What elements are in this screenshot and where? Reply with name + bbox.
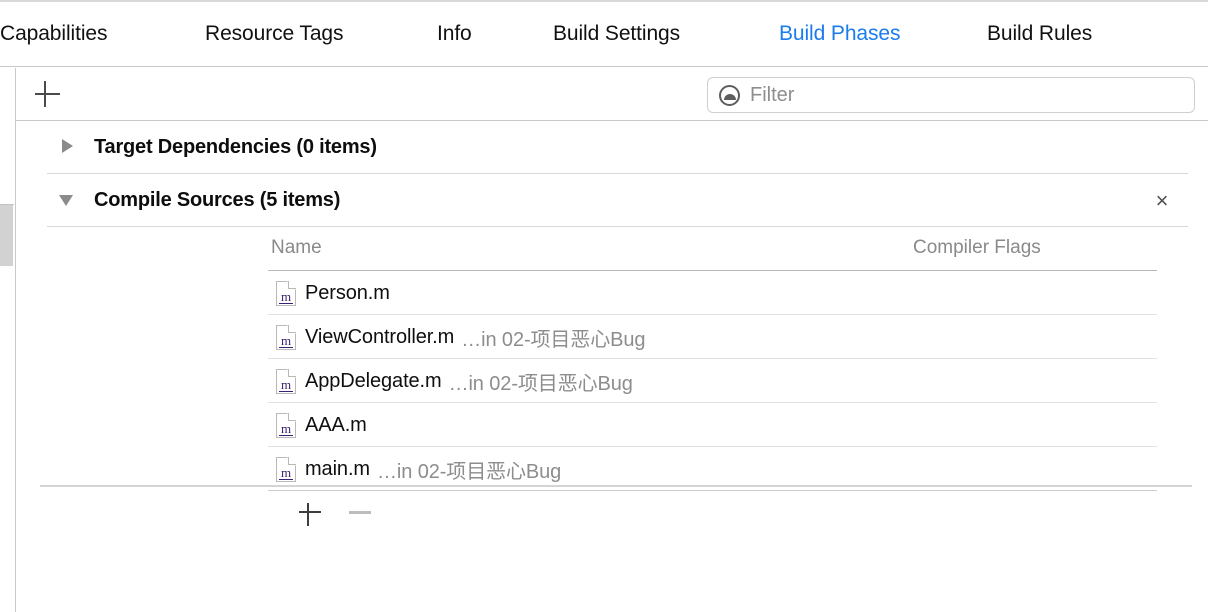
- tab-resource-tags[interactable]: Resource Tags: [205, 22, 343, 46]
- filter-input[interactable]: Filter: [707, 77, 1195, 113]
- column-header-name[interactable]: Name: [271, 237, 322, 259]
- build-phase-header[interactable]: Target Dependencies (0 items): [16, 121, 1208, 174]
- tab-build-rules[interactable]: Build Rules: [987, 22, 1092, 46]
- file-location: …in 02-项目恶心Bug: [376, 460, 562, 483]
- chevron-right-icon[interactable]: [62, 139, 73, 153]
- add-file-button[interactable]: [297, 499, 323, 526]
- content-bottom-rule: [40, 485, 1192, 487]
- close-icon[interactable]: ×: [1150, 188, 1174, 213]
- file-location: …in 02-项目恶心Bug: [448, 372, 633, 395]
- file-location: …in 02-项目恶心Bug: [461, 328, 646, 351]
- file-name: ViewController.m: [305, 325, 455, 348]
- tab-info[interactable]: Info: [437, 22, 472, 46]
- file-name: AAA.m: [305, 413, 367, 436]
- table-row[interactable]: m Person.m: [16, 271, 1208, 315]
- build-phases-toolbar: Filter: [15, 68, 1208, 121]
- table-row[interactable]: m AppDelegate.m …in 02-项目恶心Bug: [16, 359, 1208, 403]
- objc-m-file-icon: m: [276, 324, 296, 350]
- filter-placeholder-text: Filter: [750, 83, 795, 106]
- objc-m-file-icon: m: [276, 280, 296, 306]
- tab-capabilities[interactable]: Capabilities: [0, 22, 107, 46]
- file-name: AppDelegate.m: [305, 369, 442, 392]
- editor-tab-bar: Capabilities Resource Tags Info Build Setti…: [0, 0, 1208, 67]
- objc-m-file-icon: m: [276, 456, 296, 482]
- add-build-phase-button[interactable]: [32, 79, 62, 109]
- plus-icon-horizontal: [35, 93, 60, 95]
- build-phase-title: Compile Sources (5 items): [94, 189, 341, 211]
- tab-build-settings[interactable]: Build Settings: [553, 22, 680, 46]
- table-row-actions: [16, 491, 1208, 537]
- objc-m-file-icon: m: [276, 412, 296, 438]
- tab-list: Capabilities Resource Tags Info Build Setti…: [0, 2, 1208, 66]
- objc-m-file-icon: m: [276, 368, 296, 394]
- filter-circle-icon: [719, 84, 740, 106]
- chevron-down-icon[interactable]: [59, 195, 73, 206]
- tab-build-phases[interactable]: Build Phases: [779, 22, 900, 46]
- table-row[interactable]: m AAA.m: [16, 403, 1208, 447]
- plus-icon-vertical: [43, 81, 46, 107]
- file-name: Person.m: [305, 281, 390, 304]
- build-phase-header[interactable]: Compile Sources (5 items) ×: [16, 174, 1208, 227]
- build-phase-title: Target Dependencies (0 items): [94, 136, 377, 158]
- remove-file-button[interactable]: [348, 499, 374, 525]
- compile-sources-table: Name Compiler Flags m Person.m m ViewControll…: [16, 227, 1208, 537]
- file-name: main.m: [305, 457, 370, 480]
- table-row[interactable]: m ViewController.m …in 02-项目恶心Bug: [16, 315, 1208, 359]
- table-column-headers: Name Compiler Flags: [16, 227, 1208, 271]
- column-header-compiler-flags[interactable]: Compiler Flags: [913, 237, 1041, 259]
- vertical-scrollbar-thumb[interactable]: [0, 205, 13, 266]
- build-phases-content: Target Dependencies (0 items) Compile Sou…: [16, 121, 1208, 612]
